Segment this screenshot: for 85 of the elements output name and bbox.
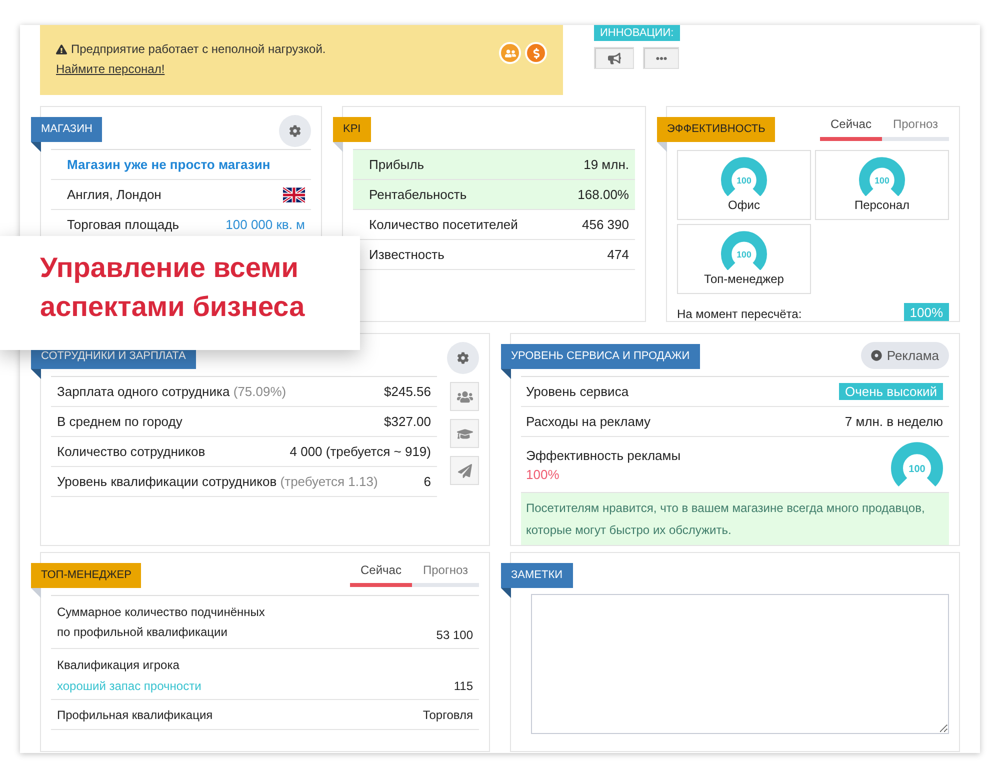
recalc-value: 100%	[904, 303, 949, 321]
row-label: В среднем по городу	[57, 414, 182, 429]
tab[interactable]: Прогноз	[412, 563, 479, 587]
row-label: Суммарное количество подчинённых по профильной квалификации	[57, 604, 266, 641]
users-icon	[456, 388, 472, 404]
row-value-link[interactable]: 100 000 кв. м	[226, 217, 305, 232]
notes-field[interactable]	[531, 594, 949, 734]
gauge: 100	[721, 157, 767, 196]
row-value: 168.00%	[578, 187, 629, 202]
settings-button[interactable]	[447, 342, 479, 374]
row-label: Количество сотрудников	[57, 444, 206, 459]
tab[interactable]: Сейчас	[350, 563, 412, 587]
hire-staff-link[interactable]: Наймите персонал!	[56, 62, 165, 76]
panel-title: ЭФФЕКТИВНОСТЬ	[657, 117, 776, 142]
paper-plane-icon	[458, 464, 472, 478]
megaphone-button[interactable]	[594, 47, 634, 69]
alert-message: Предприятие работает с неполной нагрузкой.	[56, 42, 326, 56]
row-value: 19 млн.	[584, 157, 629, 172]
more-button[interactable]	[643, 47, 679, 69]
row-label: Профильная квалификация	[57, 706, 213, 724]
gauge: 100	[891, 442, 943, 487]
row-label: Известность	[369, 247, 444, 262]
graduation-cap-button[interactable]	[450, 419, 479, 448]
dollar-glyph-icon	[530, 48, 542, 58]
dollar-icon[interactable]	[525, 42, 547, 64]
target-icon	[870, 350, 882, 361]
panel-title: KPI	[333, 117, 371, 142]
ribbon-fold	[501, 369, 511, 379]
advertising-button[interactable]: Реклама	[860, 342, 949, 369]
panel-title: МАГАЗИН	[31, 117, 102, 142]
paper-plane-button[interactable]	[450, 456, 479, 485]
row-value: $327.00	[384, 414, 431, 429]
innovations-label: ИННОВАЦИИ:	[594, 25, 680, 41]
people-glyph-icon	[504, 48, 516, 58]
row-value: 53 100	[436, 628, 473, 642]
shop-name: Магазин уже не просто магазин	[67, 157, 270, 172]
warning-icon	[56, 44, 67, 54]
settings-icon	[457, 352, 469, 364]
row-label: Эффективность рекламы	[526, 448, 681, 462]
row-label: Англия, Лондон	[67, 187, 162, 202]
ribbon-fold	[333, 142, 343, 152]
gauge-label: Персонал	[854, 198, 910, 212]
row-value: 474	[607, 247, 629, 262]
row-label: Квалификация игрока	[57, 657, 180, 674]
row-value: 6	[424, 474, 431, 489]
row-value: $245.56	[384, 384, 431, 399]
flag-icon	[283, 186, 305, 202]
settings-icon	[289, 125, 301, 137]
ribbon-fold	[501, 588, 511, 598]
row-value: 456 390	[582, 217, 629, 232]
settings-button[interactable]	[279, 115, 311, 147]
row-label: Уровень сервиса	[526, 384, 629, 399]
row-label: Количество посетителей	[369, 217, 518, 232]
ribbon-fold	[657, 142, 667, 152]
ribbon-fold	[31, 588, 41, 598]
tab[interactable]: Сейчас	[820, 117, 882, 141]
ribbon-fold	[31, 142, 41, 152]
panel-title: ТОП-МЕНЕДЖЕР	[31, 563, 142, 588]
users-button[interactable]	[450, 382, 479, 411]
row-label: Расходы на рекламу	[526, 414, 651, 429]
row-sub-value: 100%	[526, 466, 560, 482]
gauge-label: Топ-менеджер	[704, 272, 784, 286]
panel-title: УРОВЕНЬ СЕРВИСА И ПРОДАЖИ	[501, 344, 700, 369]
row-label: Торговая площадь	[67, 217, 179, 232]
row-sub-value: хороший запас прочности	[57, 679, 202, 693]
promo-headline: Управление всеми аспектами бизнеса	[40, 251, 306, 324]
row-value: 7 млн. в неделю	[844, 414, 943, 429]
gauge-label: Офис	[728, 198, 760, 212]
panel-title: ЗАМЕТКИ	[501, 563, 573, 588]
info-message: Посетителям нравится, что в вашем магазине всегда много продавцов, которые могут быстро их обслужить.	[521, 493, 949, 545]
row-label: Прибыль	[369, 157, 424, 172]
gauge: 100	[859, 157, 905, 196]
gauge: 100	[721, 231, 767, 270]
megaphone-icon	[608, 52, 620, 64]
row-value: Торговля	[422, 708, 473, 722]
row-label: Зарплата одного сотрудника (75.09%)	[57, 384, 286, 399]
service-level-badge: Очень высокий	[838, 383, 943, 400]
tab[interactable]: Прогноз	[882, 117, 949, 141]
row-label: Уровень квалификации сотрудников (требуется 1.13)	[57, 474, 378, 489]
recalc-label: На момент пересчёта:	[677, 307, 802, 321]
row-label: Рентабельность	[369, 187, 467, 202]
ribbon-fold	[31, 369, 41, 379]
people-icon[interactable]	[499, 42, 521, 64]
row-value: 115	[454, 679, 473, 693]
row-value: 4 000 (требуется ~ 919)	[290, 444, 431, 459]
